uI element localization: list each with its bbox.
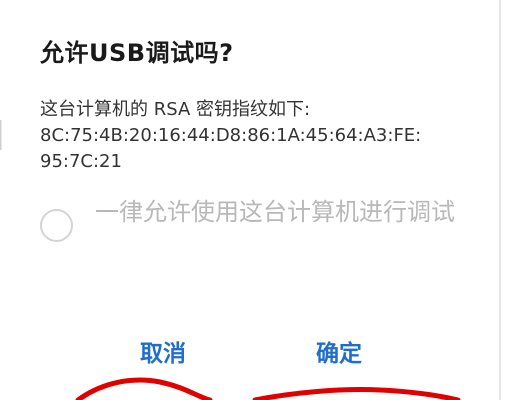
cancel-button[interactable]: 取消 (140, 334, 186, 368)
always-allow-label: 一律允许使用这台计算机进行调试 (95, 198, 455, 226)
dialog-message: 这台计算机的 RSA 密钥指纹如下: 8C:75:4B:20:16:44:D8:… (40, 97, 490, 175)
always-allow-option[interactable]: 一律允许使用这台计算机进行调试 (40, 196, 480, 258)
usb-debug-dialog: 允许USB调试吗? 这台计算机的 RSA 密钥指纹如下: 8C:75:4B:20… (0, 0, 508, 400)
radio-circle-icon[interactable] (40, 209, 73, 242)
red-annotation-stroke (75, 377, 461, 400)
fingerprint-part-2: 95:7C:21 (40, 151, 122, 172)
fingerprint-intro: 这台计算机的 RSA 密钥指纹如下: (40, 99, 311, 120)
fingerprint-part-1: 8C:75:4B:20:16:44:D8:86:1A:45:64:A3:FE: (40, 125, 422, 146)
dialog-title: 允许USB调试吗? (40, 39, 234, 67)
confirm-button[interactable]: 确定 (316, 334, 362, 368)
